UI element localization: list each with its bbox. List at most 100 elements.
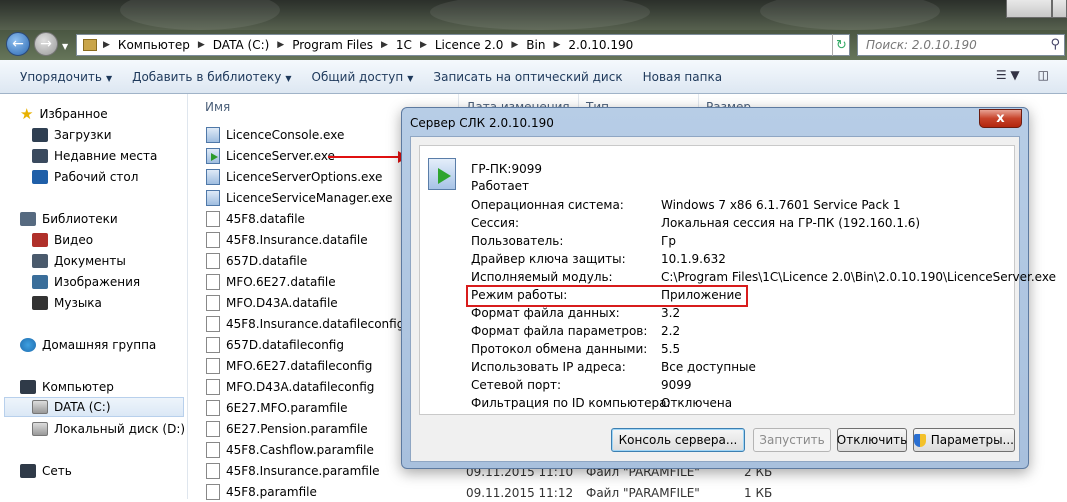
breadcrumb-separator-icon: ▶ [419, 40, 427, 50]
file-row[interactable]: 45F8.Insurance.paramfile [206, 461, 380, 481]
file-row[interactable]: 6E27.Pension.paramfile [206, 419, 368, 439]
prop-value-session: Локальная сессия на ГР-ПК (192.160.1.6) [661, 216, 921, 230]
drive-icon [32, 422, 48, 436]
nav-favorites[interactable]: ★ Избранное [20, 104, 108, 124]
homegroup-icon [20, 338, 36, 352]
breadcrumb-computer[interactable]: Компьютер [118, 38, 190, 52]
add-to-library-menu[interactable]: Добавить в библиотеку ▼ [122, 70, 301, 84]
file-row[interactable]: MFO.6E27.datafile [206, 272, 336, 292]
view-options-icon[interactable]: ☰ ▼ [996, 68, 1020, 82]
nav-downloads-label: Загрузки [54, 128, 112, 142]
refresh-button[interactable]: ↻ [832, 34, 850, 56]
desktop-icon [32, 170, 48, 184]
forward-button[interactable]: → [34, 32, 58, 56]
prop-label-protocol: Протокол обмена данными: [471, 342, 648, 356]
nav-music[interactable]: Музыка [32, 293, 102, 313]
close-icon: x [996, 111, 1005, 126]
file-name: LicenceConsole.exe [226, 128, 345, 142]
prop-label-module: Исполняемый модуль: [471, 270, 613, 284]
file-row[interactable]: MFO.D43A.datafile [206, 293, 338, 313]
nav-drive-d[interactable]: Локальный диск (D:) [32, 419, 185, 439]
start-button[interactable]: Запустить [753, 428, 831, 452]
breadcrumb-bin[interactable]: Bin [526, 38, 545, 52]
file-row[interactable]: MFO.D43A.datafileconfig [206, 377, 374, 397]
burn-button[interactable]: Записать на оптический диск [423, 70, 632, 84]
breadcrumb-1c[interactable]: 1C [396, 38, 412, 52]
prop-label-driver: Драйвер ключа защиты: [471, 252, 626, 266]
search-input[interactable]: Поиск: 2.0.10.190 ⚲ [857, 34, 1065, 56]
nav-recent[interactable]: Недавние места [32, 146, 157, 166]
nav-drive-d-label: Локальный диск (D:) [54, 422, 186, 436]
minimize-button[interactable] [1006, 0, 1052, 18]
share-label: Общий доступ [311, 69, 404, 84]
disconnect-button[interactable]: Отключить [837, 428, 907, 452]
nav-images[interactable]: Изображения [32, 272, 140, 292]
nav-desktop[interactable]: Рабочий стол [32, 167, 138, 187]
breadcrumb-separator-icon: ▶ [197, 40, 205, 50]
nav-video[interactable]: Видео [32, 230, 93, 250]
file-type: Файл "PARAMFILE" [586, 486, 700, 500]
nav-libraries[interactable]: Библиотеки [20, 209, 118, 229]
network-icon [20, 464, 36, 478]
breadcrumb-program-files[interactable]: Program Files [292, 38, 373, 52]
file-row[interactable]: MFO.6E27.datafileconfig [206, 356, 372, 376]
exe-file-icon [206, 190, 220, 206]
nav-homegroup[interactable]: Домашняя группа [20, 335, 156, 355]
back-button[interactable]: ← [6, 32, 30, 56]
file-icon [206, 400, 220, 416]
file-row[interactable]: 657D.datafile [206, 251, 307, 271]
file-name: 657D.datafile [226, 254, 308, 268]
file-row[interactable]: 45F8.paramfile [206, 482, 317, 502]
breadcrumb-separator-icon: ▶ [553, 40, 561, 50]
file-row[interactable]: LicenceServer.exe [206, 146, 335, 166]
file-row[interactable]: LicenceServerOptions.exe [206, 167, 382, 187]
search-placeholder: Поиск: 2.0.10.190 [866, 38, 977, 52]
server-console-button[interactable]: Консоль сервера... [611, 428, 745, 452]
server-state: Работает [471, 179, 530, 193]
file-name: MFO.D43A.datafile [226, 296, 338, 310]
prop-value-port: 9099 [661, 378, 692, 392]
dialog-close-button[interactable]: x [979, 109, 1022, 128]
file-row[interactable]: 45F8.Insurance.datafileconfig [206, 314, 404, 334]
prop-label-ip: Использовать IP адреса: [471, 360, 626, 374]
history-dropdown-icon[interactable]: ▼ [62, 42, 68, 51]
file-name: MFO.6E27.datafileconfig [226, 359, 373, 373]
computer-icon [20, 380, 36, 394]
nav-network[interactable]: Сеть [20, 461, 72, 481]
nav-drive-c-label: DATA (C:) [54, 400, 111, 414]
add-library-label: Добавить в библиотеку [132, 69, 282, 84]
nav-computer[interactable]: Компьютер [20, 377, 114, 397]
documents-icon [32, 254, 48, 268]
column-header-name[interactable]: Имя [205, 100, 230, 114]
breadcrumb-version[interactable]: 2.0.10.190 [568, 38, 633, 52]
nav-drive-c[interactable]: DATA (C:) [4, 397, 184, 417]
new-folder-button[interactable]: Новая папка [633, 70, 732, 84]
nav-downloads[interactable]: Загрузки [32, 125, 112, 145]
file-icon [206, 295, 220, 311]
shield-icon [914, 433, 926, 447]
preview-pane-icon[interactable]: ◫ [1038, 68, 1049, 82]
organize-label: Упорядочить [20, 69, 102, 84]
dropdown-icon: ▼ [285, 73, 292, 83]
nav-documents[interactable]: Документы [32, 251, 126, 271]
breadcrumb-drive-c[interactable]: DATA (C:) [213, 38, 270, 52]
file-row[interactable]: LicenceConsole.exe [206, 125, 344, 145]
share-menu[interactable]: Общий доступ ▼ [302, 70, 424, 84]
file-row[interactable]: LicenceServiceManager.exe [206, 188, 393, 208]
file-row[interactable]: 45F8.datafile [206, 209, 305, 229]
dialog-body: ГР-ПК:9099 Работает Операционная система… [410, 136, 1056, 462]
address-bar[interactable]: ▶ Компьютер ▶ DATA (C:) ▶ Program Files … [76, 34, 850, 56]
maximize-button[interactable] [1052, 0, 1067, 18]
file-row[interactable]: 45F8.Cashflow.paramfile [206, 440, 374, 460]
parameters-button[interactable]: Параметры... [913, 428, 1015, 452]
file-row[interactable]: 6E27.MFO.paramfile [206, 398, 348, 418]
file-icon [206, 358, 220, 374]
file-icon [206, 316, 220, 332]
breadcrumb-licence[interactable]: Licence 2.0 [435, 38, 503, 52]
breadcrumb-separator-icon: ▶ [277, 40, 285, 50]
organize-menu[interactable]: Упорядочить ▼ [10, 70, 122, 84]
prop-label-data-format: Формат файла данных: [471, 306, 620, 320]
server-name: ГР-ПК:9099 [471, 162, 543, 176]
file-row[interactable]: 657D.datafileconfig [206, 335, 344, 355]
file-row[interactable]: 45F8.Insurance.datafile [206, 230, 368, 250]
